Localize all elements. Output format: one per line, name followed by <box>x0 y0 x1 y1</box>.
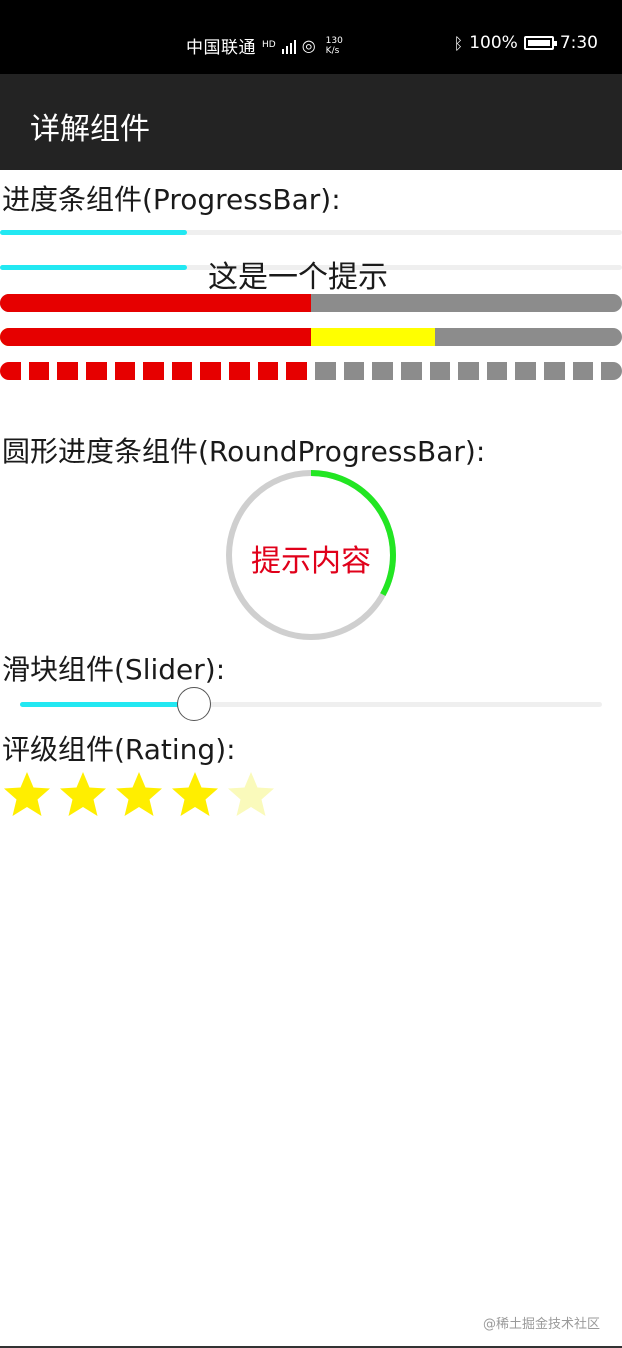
battery-icon <box>523 36 557 50</box>
status-right: ᛒ 100% 7:30 <box>454 33 598 53</box>
progress-segment <box>515 362 537 380</box>
status-bar: 中国联通 HD ◎ 130 K/s ᛒ 100% 7:30 <box>0 0 622 74</box>
progress-segment <box>372 362 393 380</box>
progress-segment <box>171 362 193 380</box>
progress-segment <box>429 362 451 380</box>
progress-hint-text: 这是一个提示 <box>208 260 388 295</box>
progress-segment <box>257 362 279 380</box>
progress-segment <box>229 362 250 380</box>
star-filled-icon[interactable] <box>114 770 164 820</box>
app-bar: 详解组件 <box>0 74 622 170</box>
carrier-name: 中国联通 <box>186 38 256 58</box>
progress-segment <box>114 362 136 380</box>
network-speed: 130 K/s <box>325 35 343 56</box>
progress-bar-segmented <box>0 362 622 380</box>
slider-thumb[interactable] <box>177 687 211 721</box>
progress-segment <box>85 362 107 380</box>
progress-segment <box>601 362 622 380</box>
network-type: HD <box>262 40 276 50</box>
clock: 7:30 <box>559 33 598 53</box>
progress-bar-secondary <box>0 328 622 346</box>
progress-segment <box>544 362 565 380</box>
progress-bar-thick-1-fill <box>0 294 311 312</box>
progressbar-section-label: 进度条组件(ProgressBar): <box>2 183 341 216</box>
slider-fill <box>20 702 195 707</box>
slider-track[interactable] <box>20 702 602 707</box>
progress-segment <box>572 362 594 380</box>
rating-section-label: 评级组件(Rating): <box>2 733 236 766</box>
progress-segment <box>343 362 365 380</box>
bluetooth-icon: ᛒ <box>453 33 464 53</box>
round-progress-section-label: 圆形进度条组件(RoundProgressBar): <box>2 435 486 468</box>
progress-segment <box>28 362 50 380</box>
star-empty-icon[interactable] <box>226 770 276 820</box>
watermark: @稀土掘金技术社区 <box>482 1317 600 1332</box>
status-left: 中国联通 HD ◎ 130 K/s <box>186 33 343 59</box>
wifi-icon: ◎ <box>301 36 316 55</box>
progress-bar-thin-1 <box>0 230 622 235</box>
progress-segment <box>458 362 479 380</box>
progress-segment <box>286 362 307 380</box>
progress-segment <box>143 362 164 380</box>
slider-section-label: 滑块组件(Slider): <box>2 653 226 686</box>
progress-bar-thin-2-fill <box>0 265 187 270</box>
star-filled-icon[interactable] <box>170 770 220 820</box>
round-progress-text: 提示内容 <box>251 544 371 579</box>
progress-segment <box>0 362 21 380</box>
star-filled-icon[interactable] <box>58 770 108 820</box>
progress-bar-thick-1 <box>0 294 622 312</box>
battery-percent: 100% <box>469 33 518 53</box>
progress-segment <box>200 362 222 380</box>
progress-bar-primary-fill <box>0 328 311 346</box>
progress-segment <box>57 362 78 380</box>
progress-segment <box>486 362 508 380</box>
star-filled-icon[interactable] <box>2 770 52 820</box>
progress-bar-thin-1-fill <box>0 230 187 235</box>
signal-icon <box>281 38 296 54</box>
progress-segment <box>315 362 336 380</box>
rating-bar[interactable] <box>2 770 276 820</box>
page-title: 详解组件 <box>30 112 150 147</box>
progress-segment <box>400 362 422 380</box>
